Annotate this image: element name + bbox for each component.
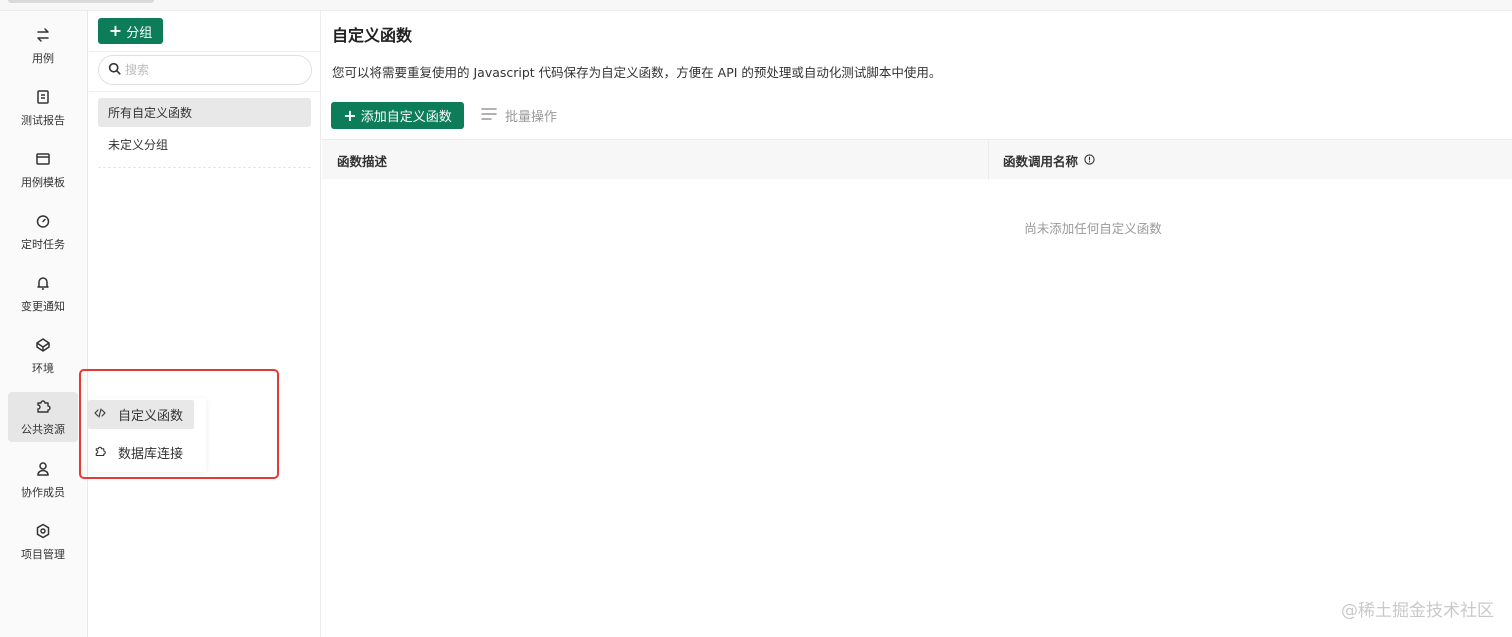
list-icon [481, 107, 497, 125]
divider [98, 167, 311, 168]
rail-label: 测试报告 [21, 113, 65, 127]
timer-icon [35, 213, 51, 232]
menu-item-database-connection[interactable]: 数据库连接 [88, 438, 194, 467]
rail-item-project-settings[interactable]: 项目管理 [8, 517, 78, 567]
puzzle-icon [35, 398, 51, 417]
menu-item-custom-functions[interactable]: 自定义函数 [88, 400, 194, 429]
divider [89, 51, 321, 52]
menu-item-label: 自定义函数 [118, 409, 184, 424]
template-icon [35, 151, 51, 170]
column-header-call-name: 函数调用名称 [1003, 140, 1095, 180]
bell-icon [35, 275, 51, 294]
main-content: 自定义函数 您可以将需要重复使用的 Javascript 代码保存为自定义函数，… [322, 11, 1512, 637]
info-icon[interactable] [1084, 153, 1095, 168]
rail-label: 用例 [32, 51, 54, 65]
page-description: 您可以将需要重复使用的 Javascript 代码保存为自定义函数，方便在 AP… [332, 65, 942, 80]
environment-icon [35, 337, 51, 356]
public-resources-menu: 自定义函数 数据库连接 [88, 398, 206, 472]
group-item-all-functions[interactable]: 所有自定义函数 [98, 98, 311, 127]
rail-item-public-resources[interactable]: 公共资源 [8, 392, 78, 442]
plus-icon: + [108, 21, 123, 40]
rail-label: 环境 [32, 361, 54, 375]
rail-label: 定时任务 [21, 237, 65, 251]
batch-operation-button[interactable]: 批量操作 [481, 104, 557, 127]
code-icon [94, 407, 106, 423]
empty-state: 尚未添加任何自定义函数 [322, 218, 1512, 237]
rail-item-change-notify[interactable]: 变更通知 [8, 269, 78, 319]
rail-label: 公共资源 [21, 422, 65, 436]
gear-icon [35, 523, 51, 542]
plus-icon: + [343, 105, 357, 125]
browser-top-strip [0, 0, 1512, 11]
column-header-description: 函数描述 [337, 140, 387, 180]
group-search[interactable] [98, 55, 312, 85]
members-icon [35, 461, 51, 480]
add-group-label: 分组 [126, 25, 153, 41]
project-nav-rail: 用例 测试报告 用例模板 定时任务 变更通知 环境 公共资源 协作成员 项目管理 [0, 11, 88, 637]
rail-label: 协作成员 [21, 485, 65, 499]
rail-item-cases[interactable]: 用例 [8, 21, 78, 71]
column-label: 函数调用名称 [1003, 153, 1079, 169]
swap-arrows-icon [35, 27, 51, 46]
group-item-ungrouped[interactable]: 未定义分组 [98, 130, 311, 159]
menu-item-label: 数据库连接 [118, 447, 184, 462]
search-icon [108, 62, 121, 78]
column-separator[interactable] [988, 140, 989, 180]
report-icon [35, 89, 51, 108]
rail-label: 项目管理 [21, 547, 65, 561]
add-function-button[interactable]: + 添加自定义函数 [331, 102, 464, 129]
watermark: @稀土掘金技术社区 [1341, 601, 1494, 621]
rail-item-test-report[interactable]: 测试报告 [8, 83, 78, 133]
rail-item-case-template[interactable]: 用例模板 [8, 145, 78, 195]
rail-label: 用例模板 [21, 175, 65, 189]
group-panel: + 分组 所有自定义函数 未定义分组 [89, 11, 321, 637]
rail-item-scheduled-task[interactable]: 定时任务 [8, 207, 78, 257]
puzzle-icon [94, 445, 106, 461]
rail-item-environment[interactable]: 环境 [8, 331, 78, 381]
search-input[interactable] [125, 63, 295, 77]
add-group-button[interactable]: + 分组 [98, 18, 163, 44]
divider [89, 91, 321, 92]
table-header: 函数描述 函数调用名称 [322, 139, 1512, 180]
batch-operation-label: 批量操作 [505, 110, 558, 125]
rail-label: 变更通知 [21, 299, 65, 313]
page-title: 自定义函数 [332, 26, 413, 45]
column-label: 函数描述 [337, 153, 388, 169]
tab-stub [8, 0, 154, 3]
add-function-label: 添加自定义函数 [360, 110, 452, 125]
rail-item-members[interactable]: 协作成员 [8, 455, 78, 505]
empty-state-text: 尚未添加任何自定义函数 [1024, 221, 1162, 236]
